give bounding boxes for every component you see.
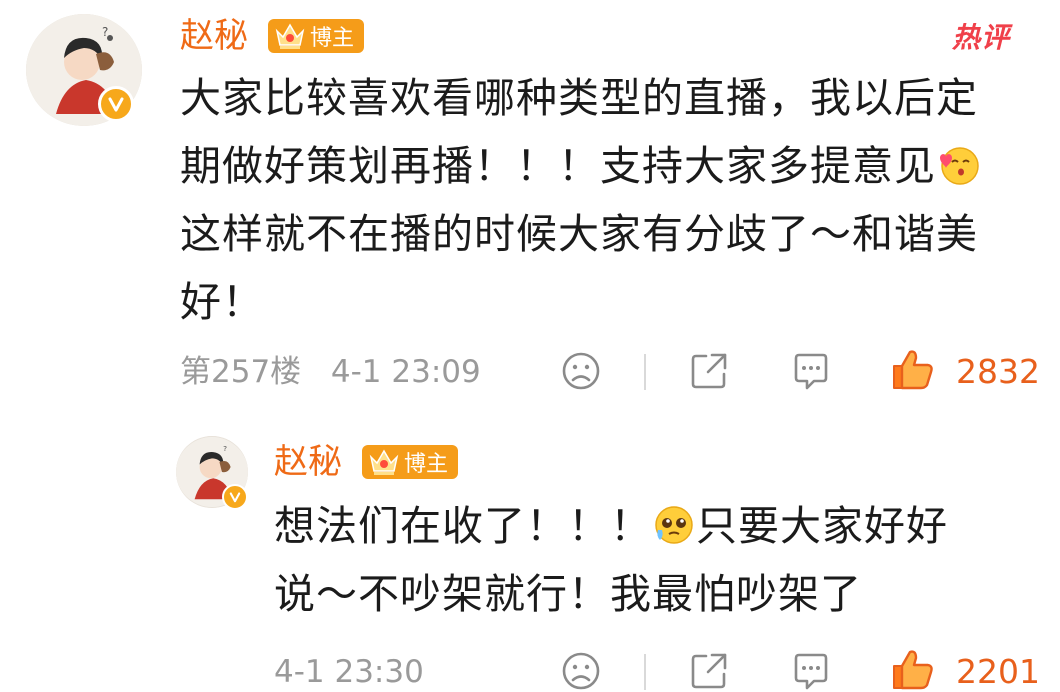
- verified-v-icon: [222, 484, 248, 510]
- username[interactable]: 赵秘: [274, 442, 342, 482]
- thumbs-up-icon[interactable]: [890, 646, 936, 692]
- crown-icon: [275, 23, 305, 49]
- svg-text:?: ?: [102, 25, 108, 39]
- like-count: 2201: [956, 652, 1040, 691]
- comment-text: 大家比较喜欢看哪种类型的直播，我以后定 期做好策划再播！！！支持大家多提意见 这…: [180, 64, 1040, 336]
- verified-v-icon: [98, 86, 134, 122]
- comment-line: 期做好策划再播！！！支持大家多提意见: [180, 132, 1040, 200]
- thumbs-up-icon[interactable]: [890, 346, 936, 392]
- comment-line: 想法们在收了！！！ 只要大家好好: [274, 502, 948, 550]
- hot-comment-label: 热评: [952, 21, 1011, 54]
- comment-time: 4-1 23:09: [330, 354, 481, 390]
- kiss-emoji: [940, 147, 979, 185]
- username[interactable]: 赵秘: [180, 16, 248, 56]
- comment-icon[interactable]: [790, 650, 832, 692]
- comment-line: 说～不吵架就行！我最怕吵架了: [274, 570, 862, 618]
- comment-time: 4-1 23:30: [274, 654, 424, 690]
- floor-number: 第257楼: [180, 354, 302, 390]
- svg-text:?: ?: [223, 444, 227, 453]
- share-icon[interactable]: [688, 350, 730, 392]
- role-badge-label: 博主: [310, 26, 355, 51]
- role-badge-label: 博主: [404, 452, 449, 477]
- comment-meta: 第257楼 4-1 23:09: [180, 352, 481, 392]
- comment-line: 这样就不在播的时候大家有分歧了～和谐美: [180, 210, 978, 258]
- pleading-emoji: [655, 506, 693, 544]
- dislike-face-icon[interactable]: [560, 650, 602, 692]
- comment-line: 大家比较喜欢看哪种类型的直播，我以后定: [180, 74, 978, 122]
- divider: [644, 654, 646, 690]
- like-count: 2832: [956, 352, 1040, 391]
- role-badge: 博主: [268, 19, 365, 53]
- comment-text: 想法们在收了！！！ 只要大家好好 说～不吵架就行！我最怕吵架了: [274, 492, 1034, 628]
- comment-line: 好！: [180, 278, 264, 326]
- share-icon[interactable]: [688, 650, 730, 692]
- divider: [644, 354, 646, 390]
- dislike-face-icon[interactable]: [560, 350, 602, 392]
- role-badge: 博主: [362, 445, 459, 479]
- comment-icon[interactable]: [790, 350, 832, 392]
- crown-icon: [369, 449, 399, 475]
